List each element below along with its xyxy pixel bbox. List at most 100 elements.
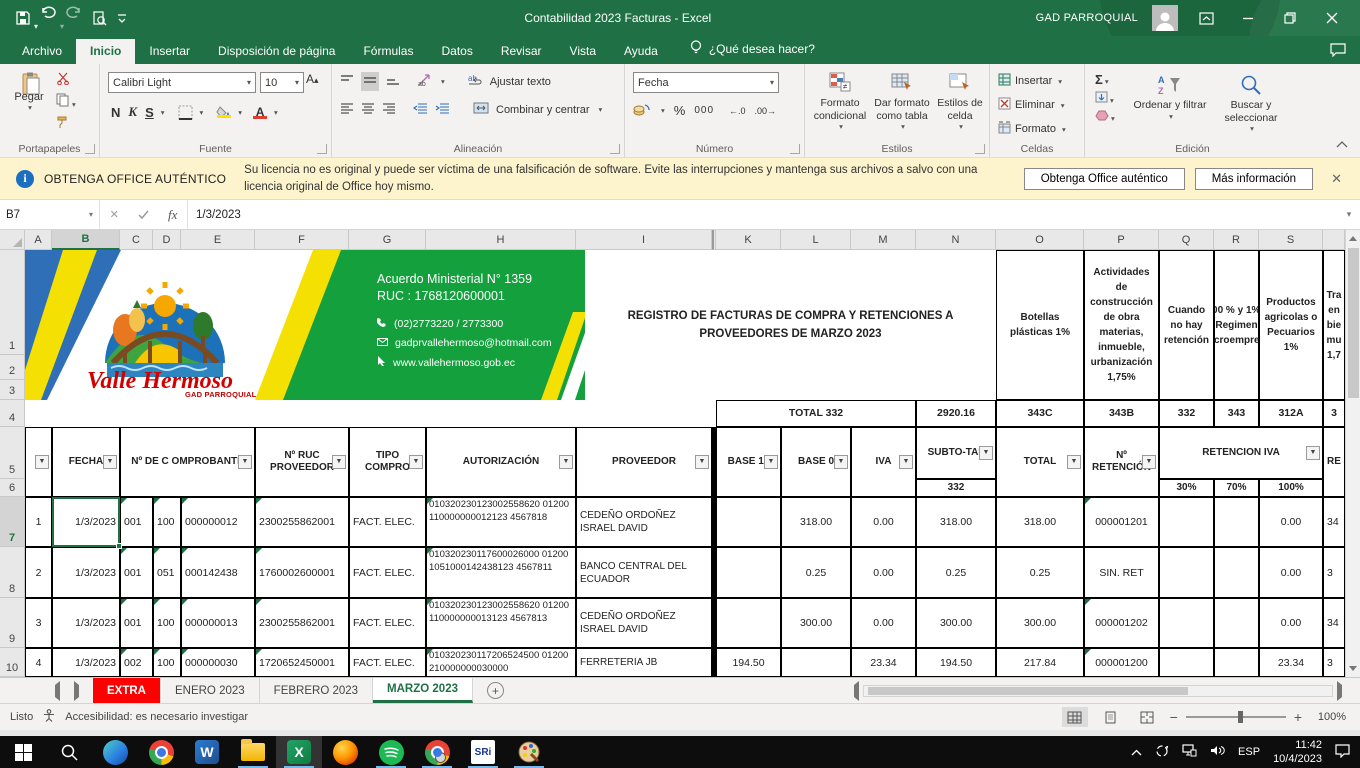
cell-p70-row9[interactable] bbox=[1214, 598, 1259, 648]
cell-base0-row7[interactable]: 318.00 bbox=[781, 497, 851, 547]
number-format-select[interactable]: Fecha▾ bbox=[633, 72, 779, 93]
cell-subtotal-row10[interactable]: 194.50 bbox=[916, 648, 996, 677]
column-header-F[interactable]: F bbox=[255, 230, 349, 250]
paste-button[interactable]: Pegar ▾ bbox=[8, 72, 50, 112]
enter-icon[interactable] bbox=[138, 208, 149, 222]
select-all-corner[interactable] bbox=[0, 230, 25, 250]
column-header-O[interactable]: O bbox=[996, 230, 1084, 250]
font-size-select[interactable]: 10▾ bbox=[260, 72, 304, 93]
table-header-cell[interactable]: Nº RUC PROVEEDOR▼ bbox=[255, 427, 349, 497]
cell-p30-row7[interactable] bbox=[1159, 497, 1214, 547]
cell-p30-row8[interactable] bbox=[1159, 547, 1214, 598]
comments-icon[interactable] bbox=[1330, 43, 1360, 64]
column-header-S[interactable]: S bbox=[1259, 230, 1323, 250]
table-header-cell[interactable]: ▼ bbox=[25, 427, 52, 497]
cell-comp-row9[interactable]: 000000013 bbox=[181, 598, 255, 648]
cell-fecha-row9[interactable]: 1/3/2023 bbox=[52, 598, 120, 648]
cell-iva-row9[interactable]: 0.00 bbox=[851, 598, 916, 648]
language-indicator[interactable]: ESP bbox=[1238, 746, 1260, 758]
sheet-tab-extra[interactable]: EXTRA bbox=[93, 678, 161, 703]
column-header-H[interactable]: H bbox=[426, 230, 576, 250]
column-header-G[interactable]: G bbox=[349, 230, 426, 250]
italic-button[interactable]: K bbox=[125, 102, 140, 122]
ribbon-tab-inicio[interactable]: Inicio bbox=[76, 39, 135, 64]
cell-total-row7[interactable]: 318.00 bbox=[996, 497, 1084, 547]
cell-base0-row10[interactable] bbox=[781, 648, 851, 677]
taskbar-edge-icon[interactable] bbox=[92, 736, 138, 768]
find-select-button[interactable]: Buscar y seleccionar▾ bbox=[1211, 74, 1291, 133]
filter-icon[interactable]: ▼ bbox=[695, 455, 709, 469]
bold-button[interactable]: N bbox=[108, 102, 123, 122]
page-break-view-icon[interactable] bbox=[1134, 707, 1160, 727]
font-dialog-launcher[interactable] bbox=[317, 144, 327, 154]
zoom-level[interactable]: 100% bbox=[1312, 711, 1346, 723]
styles-dialog-launcher[interactable] bbox=[975, 144, 985, 154]
cell-p30-row9[interactable] bbox=[1159, 598, 1214, 648]
taskbar-chrome-profile-icon[interactable] bbox=[414, 736, 460, 768]
cell-p100-row8[interactable]: 0.00 bbox=[1259, 547, 1323, 598]
cell-styles-button[interactable]: Estilos de celda▾ bbox=[933, 72, 987, 131]
avatar[interactable] bbox=[1152, 5, 1178, 31]
customize-qat-icon[interactable] bbox=[117, 13, 127, 23]
wrap-text-label[interactable]: Ajustar texto bbox=[490, 76, 551, 88]
hidden-icons-chevron[interactable] bbox=[1131, 745, 1142, 759]
cell-c1-row8[interactable]: 001 bbox=[120, 547, 153, 598]
column-header-partial[interactable] bbox=[1323, 230, 1345, 250]
merge-center-label[interactable]: Combinar y centrar bbox=[496, 104, 590, 116]
table-header-cell[interactable]: BASE 0▼ bbox=[781, 427, 851, 497]
next-sheet-icon[interactable] bbox=[74, 685, 79, 697]
orientation-icon[interactable]: ab bbox=[417, 73, 432, 90]
cell-ruc-row8[interactable]: 1760002600001 bbox=[255, 547, 349, 598]
cell-p70-row7[interactable] bbox=[1214, 497, 1259, 547]
print-preview-icon[interactable] bbox=[92, 11, 107, 26]
ribbon-tab-ayuda[interactable]: Ayuda bbox=[610, 39, 672, 64]
row-header-3[interactable]: 3 bbox=[0, 380, 25, 400]
cell-subtotal-row9[interactable]: 300.00 bbox=[916, 598, 996, 648]
font-name-select[interactable]: Calibri Light▾ bbox=[108, 72, 256, 93]
ribbon-tab-insertar[interactable]: Insertar bbox=[135, 39, 204, 64]
cut-icon[interactable] bbox=[56, 72, 76, 88]
row-header-4[interactable]: 4 bbox=[0, 400, 25, 427]
column-header-N[interactable]: N bbox=[916, 230, 996, 250]
cell-ruc-row10[interactable]: 1720652450001 bbox=[255, 648, 349, 677]
column-header-L[interactable]: L bbox=[781, 230, 851, 250]
column-header-K[interactable]: K bbox=[716, 230, 781, 250]
table-header-cell[interactable]: 30% bbox=[1159, 479, 1214, 497]
cell-comp-row10[interactable]: 000000030 bbox=[181, 648, 255, 677]
ribbon-tab-disposici-n-de-p-gina[interactable]: Disposición de página bbox=[204, 39, 349, 64]
number-dialog-launcher[interactable] bbox=[790, 144, 800, 154]
save-icon[interactable] bbox=[16, 11, 30, 25]
taskbar-sri-icon[interactable]: SRi bbox=[460, 736, 506, 768]
cancel-icon[interactable]: ✕ bbox=[110, 208, 119, 221]
table-header-cell[interactable]: FECHA▼ bbox=[52, 427, 120, 497]
clipboard-dialog-launcher[interactable] bbox=[85, 144, 95, 154]
filter-icon[interactable]: ▼ bbox=[1067, 455, 1081, 469]
taskbar-word-icon[interactable]: W bbox=[184, 736, 230, 768]
start-button[interactable] bbox=[0, 736, 46, 768]
ribbon-tab-datos[interactable]: Datos bbox=[427, 39, 486, 64]
taskbar-explorer-icon[interactable] bbox=[230, 736, 276, 768]
fill-icon[interactable]: ▾ bbox=[1095, 91, 1115, 106]
copy-icon[interactable]: ▾ bbox=[56, 93, 76, 110]
cell-ruc-row9[interactable]: 2300255862001 bbox=[255, 598, 349, 648]
cell-ruc-row7[interactable]: 2300255862001 bbox=[255, 497, 349, 547]
column-header-E[interactable]: E bbox=[181, 230, 255, 250]
sheet-tab-enero-2023[interactable]: ENERO 2023 bbox=[161, 678, 260, 703]
page-layout-view-icon[interactable] bbox=[1098, 707, 1124, 727]
ribbon-tab-archivo[interactable]: Archivo bbox=[8, 39, 76, 64]
row-header-6[interactable]: 6 bbox=[0, 479, 25, 497]
row-header-10[interactable]: 10 bbox=[0, 648, 25, 677]
cell-comp-row8[interactable]: 000142438 bbox=[181, 547, 255, 598]
scroll-down-icon[interactable] bbox=[1347, 661, 1359, 676]
cell-prov-row8[interactable]: BANCO CENTRAL DEL ECUADOR bbox=[576, 547, 712, 598]
format-cells-button[interactable]: Formato▾ bbox=[998, 121, 1066, 137]
cell-t-row8[interactable]: 3 bbox=[1323, 547, 1345, 598]
cell-base12-row10[interactable]: 194.50 bbox=[716, 648, 781, 677]
column-header-D[interactable]: D bbox=[153, 230, 181, 250]
filter-icon[interactable]: ▼ bbox=[409, 455, 423, 469]
table-header-cell[interactable]: TIPO COMPRO▼ bbox=[349, 427, 426, 497]
cell-p30-row10[interactable] bbox=[1159, 648, 1214, 677]
tell-me-box[interactable]: ¿Qué desea hacer? bbox=[690, 40, 815, 64]
alignment-dialog-launcher[interactable] bbox=[610, 144, 620, 154]
filter-icon[interactable]: ▼ bbox=[35, 455, 49, 469]
